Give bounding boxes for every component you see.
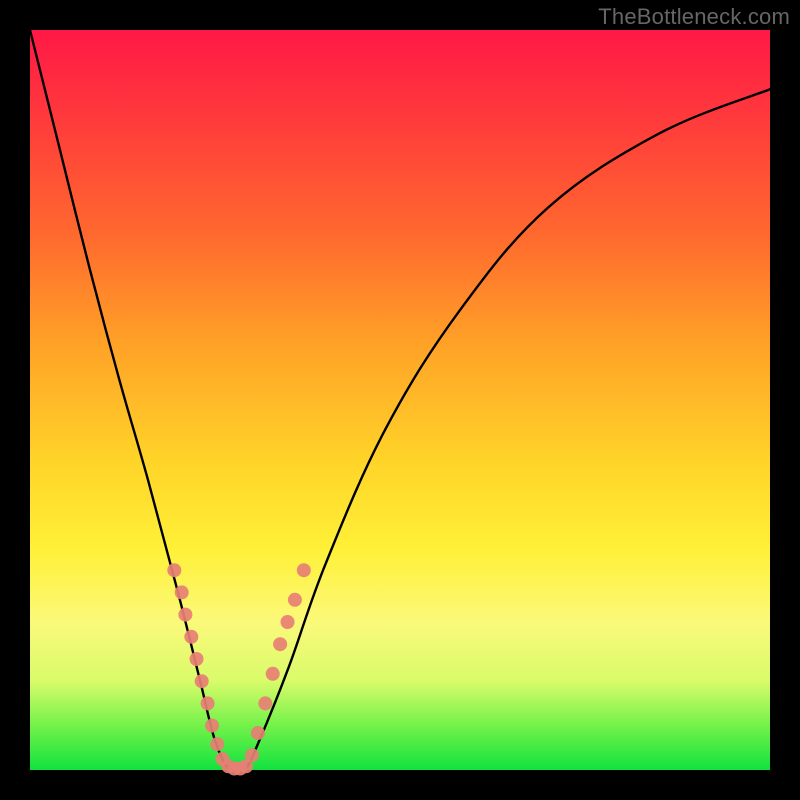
left-branch-dots-dot xyxy=(184,630,198,644)
left-branch-dots-dot xyxy=(205,719,219,733)
plot-area xyxy=(30,30,770,770)
bottleneck-curve-path xyxy=(30,30,770,774)
left-branch-dots-dot xyxy=(175,585,189,599)
right-branch-dots-dot xyxy=(266,667,280,681)
right-branch-dots-dot xyxy=(288,593,302,607)
right-branch-dots-dot xyxy=(297,563,311,577)
chart-frame: TheBottleneck.com xyxy=(0,0,800,800)
right-branch-dots-dot xyxy=(281,615,295,629)
right-branch-dots-dot xyxy=(258,696,272,710)
right-branch-dots-dot xyxy=(245,748,259,762)
marker-layer xyxy=(167,563,310,775)
left-branch-dots-dot xyxy=(210,737,224,751)
right-branch-dots-dot xyxy=(251,726,265,740)
chart-svg xyxy=(30,30,770,770)
right-branch-dots-dot xyxy=(273,637,287,651)
left-branch-dots-dot xyxy=(190,652,204,666)
left-branch-dots-dot xyxy=(195,674,209,688)
left-branch-dots-dot xyxy=(167,563,181,577)
watermark-text: TheBottleneck.com xyxy=(598,4,790,30)
left-branch-dots-dot xyxy=(201,696,215,710)
left-branch-dots-dot xyxy=(178,608,192,622)
